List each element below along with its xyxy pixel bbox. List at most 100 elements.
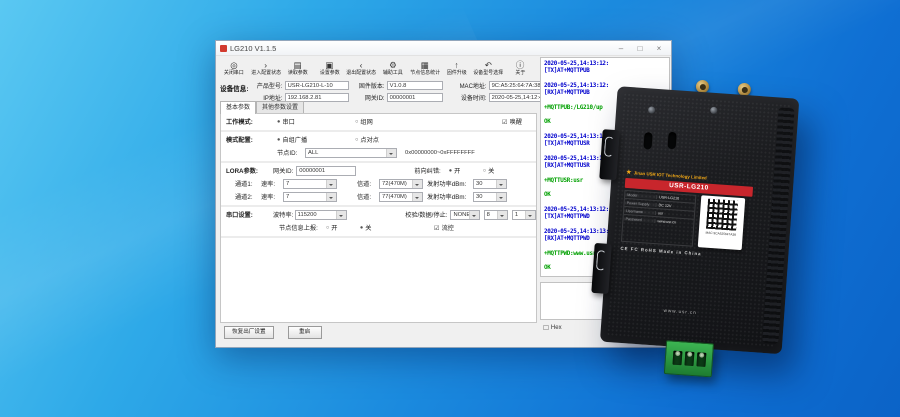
toolbar-label: 读取参数 bbox=[288, 70, 308, 76]
close-button[interactable]: × bbox=[654, 44, 664, 53]
toolbar-icon: ◎ bbox=[230, 61, 237, 70]
toolbar-button[interactable]: ↶ 设备型号选择 bbox=[472, 61, 504, 77]
node-report-radio[interactable]: ● 关 bbox=[360, 223, 394, 232]
title-bar[interactable]: LG210 V1.1.5 – □ × bbox=[216, 41, 671, 56]
field-value[interactable]: 00000001 bbox=[387, 93, 443, 102]
fec-radio[interactable]: ● 开 bbox=[449, 166, 483, 175]
field-value[interactable]: USR-LG210-L-10 bbox=[285, 81, 349, 90]
toolbar-button[interactable]: ▦ 节点信息统计 bbox=[409, 61, 441, 77]
toolbar-icon: ▤ bbox=[293, 61, 301, 70]
baud-select[interactable]: 115200 bbox=[295, 210, 348, 220]
minimize-button[interactable]: – bbox=[616, 44, 626, 53]
basic-params-panel: 工作模式: ● 串口 ○ 组网 ☑ 唤醒 bbox=[220, 113, 537, 323]
fec-radio[interactable]: ○ 关 bbox=[483, 166, 517, 175]
mode-config-radio[interactable]: ○ 点对点 bbox=[355, 135, 433, 144]
channel-select[interactable]: 72(470M) bbox=[379, 179, 423, 189]
field-label: 固件版本: bbox=[355, 81, 385, 90]
wake-checkbox[interactable]: ☑ 唤醒 bbox=[502, 117, 522, 126]
toolbar-label: 辅助工具 bbox=[383, 70, 403, 76]
spec-value: www.usr.cn bbox=[655, 219, 693, 226]
radio-label: 开 bbox=[454, 166, 460, 175]
lora-channel-row: 通道1: 速率: 7 信道: 72(470M) 发射功率dBm: 30 bbox=[221, 177, 536, 190]
radio-icon: ○ bbox=[355, 119, 358, 125]
toolbar-button[interactable]: ▣ 设置参数 bbox=[313, 61, 345, 77]
window-controls: – □ × bbox=[616, 44, 667, 53]
usr-star-logo: ★ bbox=[626, 169, 632, 176]
mode-config-label: 模式配置: bbox=[221, 135, 265, 144]
qr-code-icon bbox=[706, 199, 738, 231]
toolbar-label: 节点信息统计 bbox=[410, 70, 440, 76]
hex-checkbox[interactable]: ☐ Hex bbox=[543, 324, 562, 332]
toolbar-icon: ⚙ bbox=[389, 61, 397, 70]
rate-select[interactable]: 7 bbox=[283, 192, 337, 202]
terminal-block bbox=[664, 340, 714, 377]
field-label: 产品型号: bbox=[249, 81, 283, 90]
serial-settings-label: 串口设置: bbox=[221, 210, 265, 219]
spec-key: Username bbox=[624, 208, 656, 214]
channel-select[interactable]: 77(470M) bbox=[379, 192, 423, 202]
checkbox-label: 唤醒 bbox=[510, 117, 522, 126]
toolbar-button[interactable]: ‹ 退出配置状态 bbox=[345, 61, 377, 77]
node-id-select[interactable]: ALL bbox=[305, 148, 397, 158]
spec-table: Model USR-LG210 Power Supply DC 12V User… bbox=[621, 190, 696, 247]
toolbar-button[interactable]: ⚙ 辅助工具 bbox=[377, 61, 409, 77]
toolbar-label: 进入配置状态 bbox=[251, 70, 281, 76]
parity-select[interactable]: NONE bbox=[450, 210, 479, 220]
toolbar-icon: ↶ bbox=[485, 61, 492, 70]
parity-data-stop-label: 校验/数据/停止: bbox=[405, 210, 447, 219]
spec-value: USR-LG210 bbox=[657, 195, 695, 202]
toolbar-button[interactable]: ▤ 读取参数 bbox=[282, 61, 314, 77]
toolbar-button[interactable]: ◎ 关闭串口 bbox=[218, 61, 250, 77]
spec-value: DC 12V bbox=[656, 203, 694, 210]
toolbar-label: 设置参数 bbox=[319, 70, 339, 76]
toolbar-button[interactable]: › 进入配置状态 bbox=[250, 61, 282, 77]
node-report-label: 节点信息上报: bbox=[279, 223, 318, 232]
checkbox-icon: ☑ bbox=[434, 224, 440, 232]
power-select[interactable]: 30 bbox=[473, 179, 507, 189]
toolbar-icon: › bbox=[264, 61, 267, 70]
window-title: LG210 V1.1.5 bbox=[230, 44, 276, 53]
radio-icon: ● bbox=[277, 119, 280, 125]
device-info-label: 设备信息: bbox=[220, 81, 249, 102]
rate-select[interactable]: 7 bbox=[283, 179, 337, 189]
node-report-radio[interactable]: ○ 开 bbox=[326, 223, 360, 232]
toolbar-icon: ▦ bbox=[421, 61, 429, 70]
checkbox-icon: ☑ bbox=[502, 118, 508, 126]
factory-reset-button[interactable]: 恢复出厂设置 bbox=[224, 326, 274, 339]
work-mode-label: 工作模式: bbox=[221, 117, 265, 126]
toolbar-button[interactable]: ⓘ 关于 bbox=[504, 61, 536, 77]
channel-label: 信道: bbox=[357, 192, 379, 201]
rate-label: 速率: bbox=[261, 192, 283, 201]
field-label: 网关ID: bbox=[355, 93, 385, 102]
channel-label: 信道: bbox=[357, 179, 379, 188]
radio-label: 点对点 bbox=[360, 135, 379, 144]
restart-button[interactable]: 重启 bbox=[288, 326, 322, 339]
toolbar-icon: ⓘ bbox=[516, 61, 525, 70]
log-line: 2020-05-25,14:13:12: bbox=[544, 61, 668, 68]
gateway-id-input[interactable]: 00000001 bbox=[296, 166, 356, 176]
maximize-button[interactable]: □ bbox=[635, 44, 645, 53]
field-value[interactable]: V1.0.8 bbox=[387, 81, 443, 90]
toolbar-label: 固件升级 bbox=[447, 70, 467, 76]
databits-select[interactable]: 8 bbox=[484, 210, 508, 220]
work-mode-radio[interactable]: ● 串口 bbox=[277, 117, 355, 126]
work-mode-radio[interactable]: ○ 组网 bbox=[355, 117, 433, 126]
device-info-field: 网关ID: 00000001 bbox=[355, 93, 443, 103]
radio-icon: ○ bbox=[483, 168, 486, 174]
fec-label: 前向纠错: bbox=[414, 166, 440, 175]
flow-control-checkbox[interactable]: ☑ 流控 bbox=[434, 223, 454, 232]
gateway-id-label: 网关ID: bbox=[273, 166, 293, 175]
lora-params-label: LORA参数: bbox=[221, 166, 265, 175]
mode-config-radio[interactable]: ● 自组广播 bbox=[277, 135, 355, 144]
qr-sticker: MAC 9CA525647A38 bbox=[698, 195, 746, 250]
node-id-range: 0x00000000~0xFFFFFFFF bbox=[405, 150, 475, 156]
power-select[interactable]: 30 bbox=[473, 192, 507, 202]
field-label: 设备时间: bbox=[449, 93, 487, 102]
app-icon bbox=[220, 45, 227, 52]
serial-settings-group: 串口设置: 波特率: 115200 校验/数据/停止: NONE 8 1 节点信… bbox=[221, 207, 536, 238]
toolbar-button[interactable]: ↑ 固件升级 bbox=[441, 61, 473, 77]
hex-label: Hex bbox=[551, 325, 562, 331]
tab-basic-params[interactable]: 基本参数 bbox=[220, 101, 256, 114]
spec-key: Model bbox=[625, 192, 657, 198]
stopbits-select[interactable]: 1 bbox=[512, 210, 536, 220]
